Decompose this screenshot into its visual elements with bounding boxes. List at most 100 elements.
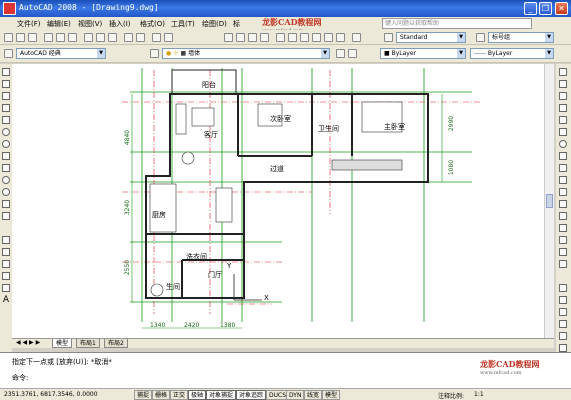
otrack-toggle[interactable]: 对象追踪 [236,390,267,400]
menu-draw[interactable]: 绘图(D) [202,19,227,29]
rotate-icon[interactable] [559,140,567,148]
extend-icon[interactable] [559,188,567,196]
dim-linear-icon[interactable] [559,308,567,316]
block-editor-icon[interactable] [136,33,145,42]
save-icon[interactable] [28,33,37,42]
mirror-icon[interactable] [559,92,567,100]
make-block-icon[interactable] [2,212,10,220]
preview-icon[interactable] [56,33,65,42]
command-window[interactable]: 指定下一点或 [放弃(U)]: *取消* 命令: 龙影CAD教程网 www.mf… [0,352,571,388]
help-search-input[interactable]: 键入问题以获取帮助 [382,18,532,29]
layer-select[interactable]: ● ☼ ■ 墙体 ▼ [162,48,330,59]
tool-palettes-icon[interactable] [300,33,309,42]
redo-icon[interactable] [164,33,173,42]
close-button[interactable]: ✕ [555,2,568,15]
tab-layout2[interactable]: 布局2 [104,339,128,348]
dyn-toggle[interactable]: DYN [286,390,305,400]
cut-icon[interactable] [84,33,93,42]
line-icon[interactable] [2,68,10,76]
layer-previous-icon[interactable] [348,49,357,58]
model-toggle[interactable]: 模型 [322,390,341,400]
dim-style-select[interactable]: 标号组 ▼ [488,32,554,43]
chamfer-icon[interactable] [559,236,567,244]
grid-toggle[interactable]: 栅格 [152,390,171,400]
vertical-scrollbar[interactable] [544,64,554,338]
table-icon[interactable] [2,284,10,292]
copy-object-icon[interactable] [559,80,567,88]
ellipse-arc-icon[interactable] [2,188,10,196]
layer-manager-icon[interactable] [150,49,159,58]
menu-file[interactable]: 文件(F) [17,19,41,29]
rectangle-icon[interactable] [2,116,10,124]
circle-icon[interactable] [2,140,10,148]
publish-icon[interactable] [68,33,77,42]
command-prompt[interactable]: 命令: [12,373,28,383]
pan-icon[interactable] [224,33,233,42]
workspace-icon[interactable] [4,49,13,58]
spline-icon[interactable] [2,164,10,172]
polygon-icon[interactable] [2,104,10,112]
dim-style-icon[interactable] [476,33,485,42]
menu-tools[interactable]: 工具(T) [171,19,195,29]
menu-view[interactable]: 视图(V) [78,19,102,29]
autocad-app-icon[interactable] [3,2,16,15]
polyline-icon[interactable] [2,92,10,100]
fillet-icon[interactable] [559,248,567,256]
multiline-text-icon[interactable]: A [2,296,10,305]
tab-nav-arrows[interactable]: ◀ ◀ ▶ ▶ [16,339,40,346]
dim-radius-icon[interactable] [559,332,567,340]
copy-icon[interactable] [96,33,105,42]
open-icon[interactable] [16,33,25,42]
hatch-icon[interactable] [2,248,10,256]
explode-icon[interactable] [559,260,567,268]
drawing-canvas[interactable]: 阳台 客厅 次卧室 卫生间 主卧室 过道 厨房 洗衣间 门厅 生间 1340 2… [12,64,544,338]
markup-icon[interactable] [324,33,333,42]
sheet-set-icon[interactable] [312,33,321,42]
menu-insert[interactable]: 插入(I) [109,19,131,29]
make-current-layer-icon[interactable] [336,49,345,58]
quickcalc-icon[interactable] [336,33,345,42]
print-icon[interactable] [44,33,53,42]
break-at-point-icon[interactable] [559,200,567,208]
annotation-scale-value[interactable]: 1:1 [474,391,484,398]
color-select[interactable]: ■ ByLayer ▼ [380,48,466,59]
restore-button[interactable]: ❐ [539,2,552,15]
move-icon[interactable] [559,128,567,136]
point-icon[interactable] [2,236,10,244]
paste-icon[interactable] [108,33,117,42]
stretch-icon[interactable] [559,164,567,172]
coordinate-readout[interactable]: 2351.3761, 6817.3546, 0.0000 [4,391,98,398]
undo-icon[interactable] [152,33,161,42]
break-icon[interactable] [559,212,567,220]
region-icon[interactable] [2,272,10,280]
insert-block-icon[interactable] [2,200,10,208]
zoom-previous-icon[interactable] [260,33,269,42]
gradient-icon[interactable] [2,260,10,268]
zoom-window-icon[interactable] [248,33,257,42]
menu-dimension[interactable]: 标 [233,19,240,29]
erase-icon[interactable] [559,68,567,76]
zoom-realtime-icon[interactable] [236,33,245,42]
workspace-select[interactable]: AutoCAD 经典 ▼ [16,48,106,59]
scale-icon[interactable] [559,152,567,160]
design-center-icon[interactable] [288,33,297,42]
lengthen-icon[interactable] [559,296,567,304]
menu-format[interactable]: 格式(O) [140,19,165,29]
tab-model[interactable]: 模型 [52,339,73,348]
lineweight-toggle[interactable]: 线宽 [304,390,323,400]
array-icon[interactable] [559,116,567,124]
trim-icon[interactable] [559,176,567,184]
osnap-toggle[interactable]: 对象捕捉 [206,390,237,400]
construction-line-icon[interactable] [2,80,10,88]
polar-toggle[interactable]: 极轴 [188,390,207,400]
text-style-select[interactable]: Standard ▼ [396,32,466,43]
minimize-button[interactable]: _ [524,2,537,15]
menu-edit[interactable]: 编辑(E) [47,19,71,29]
linetype-select[interactable]: —— ByLayer ▼ [470,48,554,59]
match-properties-icon[interactable] [124,33,133,42]
new-icon[interactable] [4,33,13,42]
help-icon[interactable] [352,33,361,42]
ellipse-icon[interactable] [2,176,10,184]
revcloud-icon[interactable] [2,152,10,160]
snap-toggle[interactable]: 捕捉 [134,390,153,400]
